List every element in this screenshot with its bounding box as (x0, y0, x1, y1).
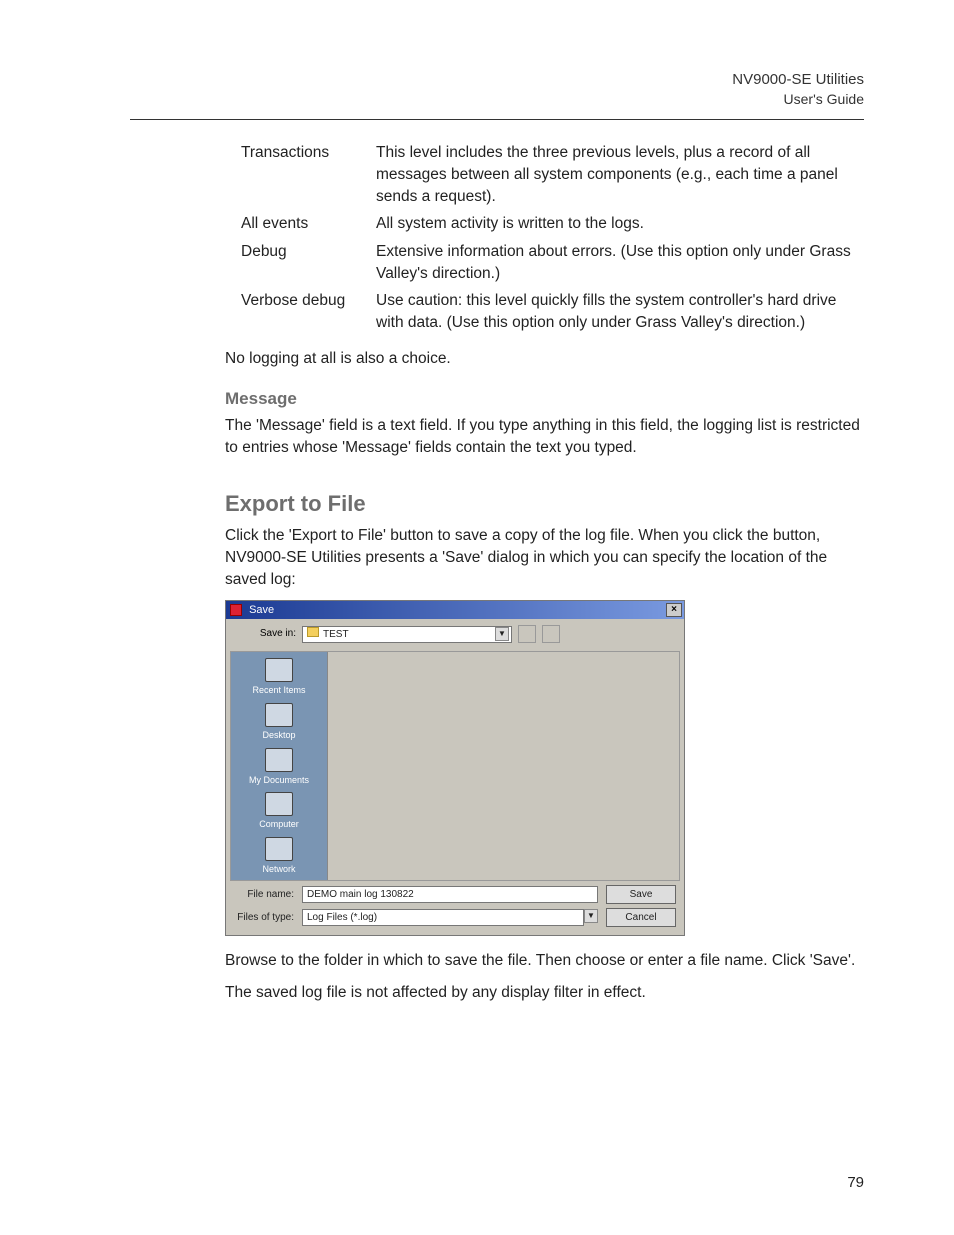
file-name-input[interactable]: DEMO main log 130822 (302, 886, 598, 903)
level-name: Debug (241, 241, 376, 290)
table-row: Transactions This level includes the thr… (241, 142, 864, 213)
save-dialog: Save × Save in: TEST ▼ Recent Items Desk… (225, 600, 685, 936)
level-name: All events (241, 213, 376, 241)
close-button[interactable]: × (666, 603, 682, 617)
table-row: All events All system activity is writte… (241, 213, 864, 241)
place-computer[interactable]: Computer (259, 792, 299, 831)
file-type-select[interactable]: Log Files (*.log) (302, 909, 584, 926)
recent-icon (265, 658, 293, 682)
network-icon (265, 837, 293, 861)
desktop-icon (265, 703, 293, 727)
save-in-value: TEST (323, 629, 349, 640)
table-row: Debug Extensive information about errors… (241, 241, 864, 290)
log-levels-table: Transactions This level includes the thr… (241, 142, 864, 340)
level-name: Transactions (241, 142, 376, 213)
message-paragraph: The 'Message' field is a text field. If … (225, 415, 864, 458)
computer-icon (265, 792, 293, 816)
level-desc: Extensive information about errors. (Use… (376, 241, 864, 290)
documents-icon (265, 748, 293, 772)
no-logging-note: No logging at all is also a choice. (225, 348, 864, 370)
page-header: NV9000-SE Utilities User's Guide (90, 70, 864, 109)
level-desc: All system activity is written to the lo… (376, 213, 864, 241)
export-intro: Click the 'Export to File' button to sav… (225, 525, 864, 590)
place-desktop[interactable]: Desktop (262, 703, 295, 742)
place-documents[interactable]: My Documents (249, 748, 309, 787)
place-recent[interactable]: Recent Items (252, 658, 305, 697)
place-network[interactable]: Network (262, 837, 295, 876)
level-desc: Use caution: this level quickly fills th… (376, 290, 864, 339)
toolbar-icon[interactable] (518, 625, 536, 643)
folder-icon (307, 627, 319, 637)
doc-subtitle: User's Guide (90, 90, 864, 109)
level-desc: This level includes the three previous l… (376, 142, 864, 213)
save-in-dropdown[interactable]: TEST ▼ (302, 626, 512, 643)
file-list-area[interactable] (327, 652, 679, 880)
file-name-label: File name: (234, 888, 294, 902)
table-row: Verbose debug Use caution: this level qu… (241, 290, 864, 339)
page-number: 79 (847, 1174, 864, 1191)
toolbar-icon[interactable] (542, 625, 560, 643)
save-button[interactable]: Save (606, 885, 676, 904)
save-in-label: Save in: (236, 627, 296, 641)
level-name: Verbose debug (241, 290, 376, 339)
dialog-title-text: Save (249, 604, 274, 616)
doc-title: NV9000-SE Utilities (90, 70, 864, 90)
header-rule (130, 119, 864, 120)
message-heading: Message (225, 387, 864, 411)
body-content: Transactions This level includes the thr… (225, 142, 864, 1004)
app-icon (230, 604, 242, 616)
export-heading: Export to File (225, 489, 864, 520)
chevron-down-icon[interactable]: ▼ (495, 627, 509, 641)
export-browse-note: Browse to the folder in which to save th… (225, 950, 864, 972)
export-filter-note: The saved log file is not affected by an… (225, 982, 864, 1004)
cancel-button[interactable]: Cancel (606, 908, 676, 927)
places-bar: Recent Items Desktop My Documents Comput… (231, 652, 327, 880)
chevron-down-icon[interactable]: ▼ (584, 909, 598, 923)
file-type-label: Files of type: (234, 911, 294, 925)
dialog-titlebar: Save × (226, 601, 684, 619)
